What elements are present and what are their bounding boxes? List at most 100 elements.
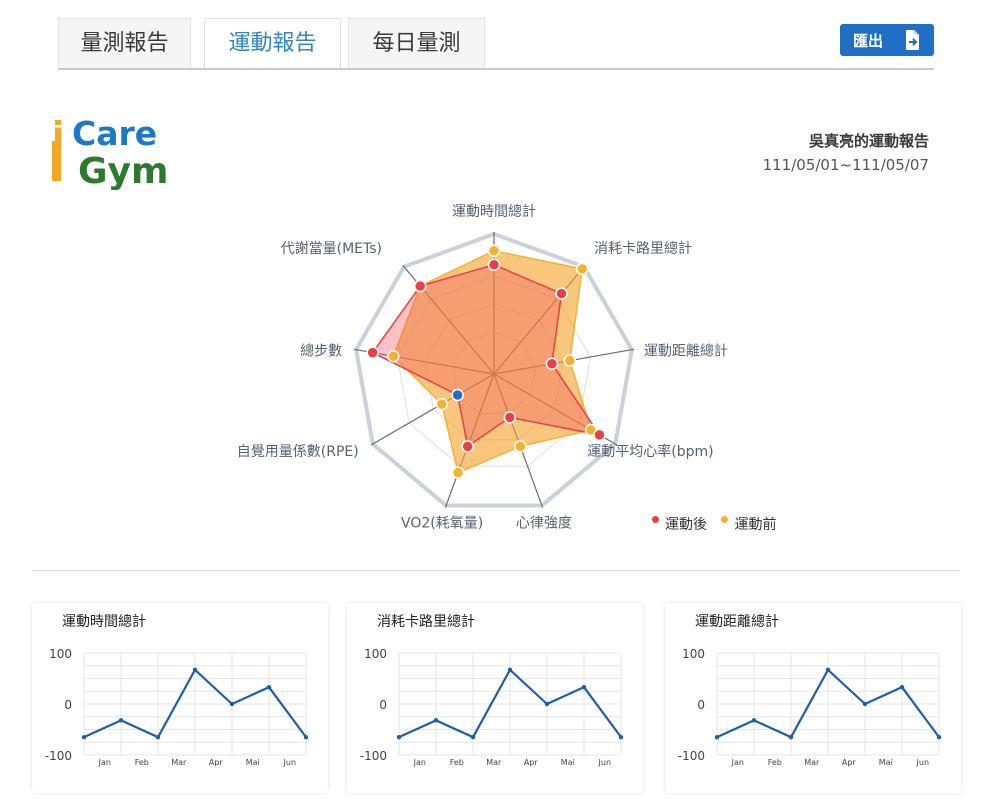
y-tick-label: 100 xyxy=(364,647,387,661)
radar-axis-label: 消耗卡路里總計 xyxy=(594,240,692,257)
section-divider xyxy=(32,570,960,571)
data-point xyxy=(581,684,587,690)
legend-label-after: 運動後 xyxy=(665,517,707,533)
legend-label-before: 運動前 xyxy=(734,517,777,533)
export-button[interactable]: 匯出 xyxy=(840,24,934,56)
tab-exercise-report[interactable]: 運動報告 xyxy=(204,18,341,68)
report-date-range: 111/05/01~111/05/07 xyxy=(762,156,929,174)
tab-measurement-report[interactable]: 量測報告 xyxy=(58,18,191,68)
radar-point xyxy=(545,357,559,371)
file-export-icon xyxy=(906,30,919,50)
x-tick-label: Feb xyxy=(768,758,782,767)
x-tick-label: Mai xyxy=(879,758,893,767)
x-tick-label: Jun xyxy=(283,758,297,767)
radar-point xyxy=(575,262,589,276)
x-tick-label: Jan xyxy=(413,758,426,767)
y-tick-label: -100 xyxy=(45,749,72,763)
data-point xyxy=(229,701,235,707)
legend-item-before: 運動前 xyxy=(721,515,777,533)
y-tick-label: 100 xyxy=(49,647,72,661)
radar-point xyxy=(451,388,464,402)
data-point xyxy=(81,734,87,740)
export-label: 匯出 xyxy=(853,32,884,50)
chart-card-1: 100 0 -100 Jan Feb Mar Apr Mai Jun 運動時間總計 xyxy=(32,603,328,793)
radar-chart: 運動時間總計消耗卡路里總計運動距離總計運動平均心率(bpm) 心律強度 VO2(耗氧… xyxy=(237,203,728,532)
line-chart-2: 100 0 -100 Jan Feb Mar Apr Mai Jun xyxy=(360,647,624,767)
data-point xyxy=(470,734,476,740)
radar-axis-label: 運動時間總計 xyxy=(452,203,536,220)
chart-card-3: 100 0 -100 Jan Feb Mar Apr Mai Jun 運動距離總計 xyxy=(665,603,961,793)
logo-care: Care xyxy=(72,114,157,153)
data-point xyxy=(192,667,198,673)
report-tabs: 量測報告 運動報告 每日量測 匯出 xyxy=(58,18,934,70)
icaregym-logo: i Care Gym xyxy=(52,114,169,190)
x-tick-label: Feb xyxy=(135,758,149,767)
report-title: 吳真亮的運動報告 xyxy=(808,132,929,150)
x-tick-label: Feb xyxy=(450,758,464,767)
y-tick-label: -100 xyxy=(678,749,705,763)
radar-point xyxy=(366,346,379,359)
x-tick-label: Apr xyxy=(209,758,224,767)
data-point xyxy=(266,684,272,690)
y-tick-label: 100 xyxy=(682,647,705,661)
radar-axis-label: 自覺用量係數(RPE) xyxy=(237,444,359,460)
x-tick-label: Mai xyxy=(561,758,575,767)
card-title-3: 運動距離總計 xyxy=(695,614,779,630)
x-tick-label: Jun xyxy=(916,758,930,767)
data-point xyxy=(899,684,905,690)
data-point xyxy=(155,734,161,740)
radar-point xyxy=(435,397,449,411)
tab-daily-measurement[interactable]: 每日量測 xyxy=(348,18,485,68)
data-point xyxy=(788,734,794,740)
radar-point xyxy=(461,440,474,453)
logo-gym: Gym xyxy=(78,151,169,190)
radar-point xyxy=(487,258,501,272)
radar-axis-label: 運動距離總計 xyxy=(644,343,728,360)
x-tick-label: Jun xyxy=(598,758,612,767)
legend-dot-after xyxy=(652,515,659,523)
y-tick-label: 0 xyxy=(379,698,387,712)
data-point xyxy=(862,701,868,707)
radar-axis-label: 代謝當量(METs) xyxy=(281,241,382,257)
line-chart-3: 100 0 -100 Jan Feb Mar Apr Mai Jun xyxy=(678,647,942,767)
legend-dot-before xyxy=(721,515,729,523)
radar-axis-label: 總步數 xyxy=(300,343,342,360)
line-chart-1: 100 0 -100 Jan Feb Mar Apr Mai Jun xyxy=(45,647,309,767)
x-tick-label: Jan xyxy=(731,758,744,767)
radar-point xyxy=(487,244,501,258)
radar-point xyxy=(387,350,400,363)
x-tick-label: Jan xyxy=(98,758,111,767)
card-title-1: 運動時間總計 xyxy=(62,614,146,630)
legend-item-after: 運動後 xyxy=(652,515,711,533)
x-tick-label: Mar xyxy=(171,758,187,767)
card-title-2: 消耗卡路里總計 xyxy=(377,614,475,630)
data-point xyxy=(118,718,124,723)
radar-point xyxy=(503,411,517,424)
data-point xyxy=(714,734,720,740)
radar-axis-label: 心律強度 xyxy=(516,516,572,532)
radar-axis-label: 運動平均心率(bpm) xyxy=(587,443,713,460)
x-tick-label: Apr xyxy=(524,758,539,767)
y-tick-label: 0 xyxy=(697,698,705,712)
radar-axis-label: VO2(耗氧量) xyxy=(401,516,483,532)
radar-legend: 運動後 運動前 xyxy=(652,514,786,534)
data-point xyxy=(433,718,439,723)
y-tick-label: 0 xyxy=(64,698,72,712)
chart-card-2: 100 0 -100 Jan Feb Mar Apr Mai Jun 消耗卡路里總計 xyxy=(347,603,643,793)
data-point xyxy=(751,718,757,723)
data-point xyxy=(303,734,309,740)
data-point xyxy=(618,734,624,740)
radar-point xyxy=(555,287,568,300)
radar-point xyxy=(451,466,465,479)
data-point xyxy=(825,667,831,673)
x-tick-label: Apr xyxy=(842,758,857,767)
radar-point xyxy=(514,440,527,453)
data-point xyxy=(936,734,942,740)
x-tick-label: Mar xyxy=(804,758,820,767)
data-point xyxy=(396,734,402,740)
data-point xyxy=(544,701,550,707)
radar-point xyxy=(563,354,577,367)
data-point xyxy=(507,667,513,673)
y-tick-label: -100 xyxy=(360,749,387,763)
radar-point xyxy=(413,279,427,293)
